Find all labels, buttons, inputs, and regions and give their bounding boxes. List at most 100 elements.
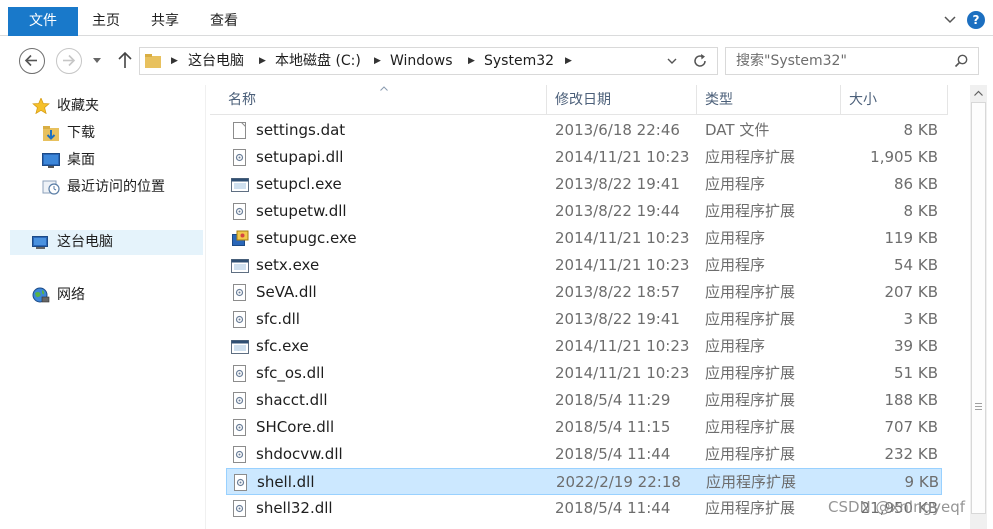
file-type: 应用程序 xyxy=(705,337,766,355)
sidebar-item-label: 桌面 xyxy=(67,152,95,168)
sidebar-item-label: 网络 xyxy=(57,287,85,303)
breadcrumb-windows[interactable]: Windows xyxy=(390,48,453,74)
installer-icon xyxy=(232,230,249,246)
file-modified-date: 2018/5/4 11:44 xyxy=(555,445,671,463)
file-row[interactable]: settings.dat 2013/6/18 22:46 DAT 文件 8 KB xyxy=(226,117,942,144)
sidebar-item-label: 收藏夹 xyxy=(57,98,99,114)
scroll-up-button[interactable] xyxy=(970,85,987,102)
file-modified-date: 2013/8/22 19:41 xyxy=(555,175,680,193)
file-modified-date: 2018/5/4 11:29 xyxy=(555,391,671,409)
pane-divider[interactable] xyxy=(205,85,206,529)
file-row[interactable]: setupapi.dll 2014/11/21 10:23 应用程序扩展 1,905 … xyxy=(226,144,942,171)
file-type: 应用程序扩展 xyxy=(705,391,796,409)
file-row[interactable]: setx.exe 2014/11/21 10:23 应用程序 54 KB xyxy=(226,252,942,279)
file-row[interactable]: SeVA.dll 2013/8/22 18:57 应用程序扩展 207 KB xyxy=(226,279,942,306)
up-arrow-icon[interactable] xyxy=(116,50,134,70)
dll-file-icon xyxy=(233,284,246,301)
scroll-thumb[interactable] xyxy=(971,102,986,514)
file-row[interactable]: setupugc.exe 2014/11/21 10:23 应用程序 119 KB xyxy=(226,225,942,252)
file-row[interactable]: shdocvw.dll 2018/5/4 11:44 应用程序扩展 232 KB xyxy=(226,441,942,468)
file-size: 3 KB xyxy=(903,310,938,328)
help-icon[interactable]: ? xyxy=(967,11,985,29)
file-size: 9 KB xyxy=(904,473,939,491)
breadcrumb-separator-icon[interactable]: ▶ xyxy=(259,48,266,74)
file-row[interactable]: sfc_os.dll 2014/11/21 10:23 应用程序扩展 51 KB xyxy=(226,360,942,387)
file-row[interactable]: sfc.dll 2013/8/22 19:41 应用程序扩展 3 KB xyxy=(226,306,942,333)
file-type: 应用程序扩展 xyxy=(705,418,796,436)
file-type: 应用程序 xyxy=(705,229,766,247)
file-row-selected[interactable]: shell.dll 2022/2/19 22:18 应用程序扩展 9 KB xyxy=(226,468,942,495)
file-modified-date: 2018/5/4 11:44 xyxy=(555,499,671,517)
file-modified-date: 2014/11/21 10:23 xyxy=(555,229,690,247)
exe-file-icon xyxy=(231,178,249,192)
address-dropdown-icon[interactable] xyxy=(667,58,677,64)
sidebar-item-label: 最近访问的位置 xyxy=(67,179,165,195)
back-button[interactable] xyxy=(19,48,45,74)
breadcrumb-separator-icon[interactable]: ▶ xyxy=(565,48,572,74)
file-type: 应用程序 xyxy=(705,256,766,274)
expand-ribbon-icon[interactable] xyxy=(943,13,957,27)
file-type: 应用程序扩展 xyxy=(705,202,796,220)
address-bar[interactable]: ▶ 这台电脑 ▶ 本地磁盘 (C:) ▶ Windows ▶ System32 … xyxy=(139,47,718,75)
dll-file-icon xyxy=(233,149,246,166)
file-row[interactable]: setupetw.dll 2013/8/22 19:44 应用程序扩展 8 KB xyxy=(226,198,942,225)
file-type: 应用程序 xyxy=(705,175,766,193)
column-header-type[interactable]: 类型 xyxy=(697,85,841,115)
file-modified-date: 2013/8/22 18:57 xyxy=(555,283,680,301)
file-row[interactable]: shacct.dll 2018/5/4 11:29 应用程序扩展 188 KB xyxy=(226,387,942,414)
file-name: SeVA.dll xyxy=(256,283,317,301)
file-name: settings.dat xyxy=(256,121,346,139)
folder-icon xyxy=(145,54,161,68)
file-size: 707 KB xyxy=(884,418,938,436)
file-modified-date: 2013/8/22 19:44 xyxy=(555,202,680,220)
file-size: 188 KB xyxy=(884,391,938,409)
tab-share[interactable]: 共享 xyxy=(151,7,179,36)
file-size: 232 KB xyxy=(884,445,938,463)
file-name: setupugc.exe xyxy=(256,229,357,247)
breadcrumb-separator-icon[interactable]: ▶ xyxy=(171,48,178,74)
scroll-grip-line xyxy=(975,403,982,404)
arrow-right-icon xyxy=(63,54,76,67)
file-type: 应用程序扩展 xyxy=(705,283,796,301)
network-icon xyxy=(32,287,50,303)
dll-file-icon xyxy=(234,474,247,491)
file-row[interactable]: setupcl.exe 2013/8/22 19:41 应用程序 86 KB xyxy=(226,171,942,198)
column-header-date[interactable]: 修改日期 xyxy=(547,85,697,115)
refresh-icon[interactable] xyxy=(692,53,708,69)
file-type: 应用程序扩展 xyxy=(705,499,796,517)
sidebar-item-label: 下载 xyxy=(67,125,95,141)
file-name: shell32.dll xyxy=(256,499,333,517)
file-size: 8 KB xyxy=(903,121,938,139)
file-row[interactable]: sfc.exe 2014/11/21 10:23 应用程序 39 KB xyxy=(226,333,942,360)
file-size: 207 KB xyxy=(884,283,938,301)
file-size: 8 KB xyxy=(903,202,938,220)
dll-file-icon xyxy=(233,500,246,517)
recent-places-icon xyxy=(42,180,60,195)
breadcrumb-this-pc[interactable]: 这台电脑 xyxy=(188,48,244,74)
file-row[interactable]: SHCore.dll 2018/5/4 11:15 应用程序扩展 707 KB xyxy=(226,414,942,441)
tab-home[interactable]: 主页 xyxy=(92,7,120,36)
file-name: sfc_os.dll xyxy=(256,364,325,382)
search-placeholder: 搜索"System32" xyxy=(736,53,847,69)
breadcrumb-local-disk[interactable]: 本地磁盘 (C:) xyxy=(275,48,361,74)
file-name: setx.exe xyxy=(256,256,320,274)
breadcrumb-separator-icon[interactable]: ▶ xyxy=(374,48,381,74)
breadcrumb-separator-icon[interactable]: ▶ xyxy=(468,48,475,74)
arrow-left-icon xyxy=(24,54,37,67)
file-name: setupapi.dll xyxy=(256,148,344,166)
breadcrumb-system32[interactable]: System32 xyxy=(484,48,554,74)
search-icon[interactable] xyxy=(954,54,968,68)
dll-file-icon xyxy=(233,446,246,463)
download-folder-icon xyxy=(43,126,59,141)
computer-icon xyxy=(32,236,48,249)
column-header-name[interactable]: 名称 xyxy=(220,85,547,115)
tab-view[interactable]: 查看 xyxy=(210,7,238,36)
file-list: 名称 修改日期 类型 大小 settings.dat 2013/6/18 22:4… xyxy=(210,85,970,529)
recent-locations-icon[interactable] xyxy=(93,58,101,64)
search-input[interactable]: 搜索"System32" xyxy=(725,47,979,75)
tab-file[interactable]: 文件 xyxy=(8,7,78,36)
column-header-size[interactable]: 大小 xyxy=(841,85,948,115)
forward-button[interactable] xyxy=(56,48,82,74)
file-modified-date: 2014/11/21 10:23 xyxy=(555,337,690,355)
vertical-scrollbar[interactable] xyxy=(970,85,987,529)
